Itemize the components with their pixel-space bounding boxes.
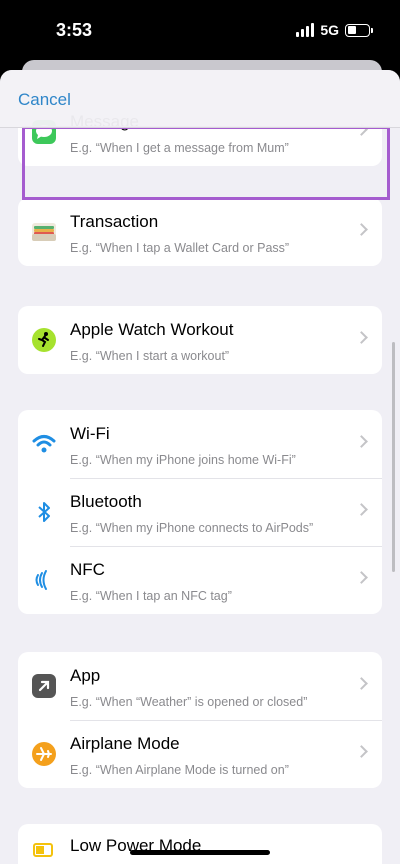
trigger-row-airplane[interactable]: Airplane Mode E.g. “When Airplane Mode i… — [18, 720, 382, 788]
trigger-row-app[interactable]: App E.g. “When “Weather” is opened or cl… — [18, 652, 382, 720]
sheet-header: Cancel — [0, 70, 400, 128]
chevron-right-icon — [355, 435, 368, 448]
chevron-right-icon — [355, 331, 368, 344]
nfc-icon — [35, 570, 47, 590]
status-time: 3:53 — [56, 20, 93, 40]
trigger-subtitle: E.g. “When I tap an NFC tag” — [70, 589, 232, 603]
status-bar: 3:53 5G — [0, 0, 400, 62]
chevron-right-icon — [355, 571, 368, 584]
trigger-subtitle: E.g. “When “Weather” is opened or closed… — [70, 695, 308, 709]
chevron-right-icon — [355, 223, 368, 236]
trigger-subtitle: E.g. “When I start a workout” — [70, 349, 230, 363]
power-card: Low Power Mode — [18, 824, 382, 864]
trigger-row-wifi[interactable]: Wi-Fi E.g. “When my iPhone joins home Wi… — [18, 410, 382, 478]
status-icons: 5G — [296, 22, 373, 38]
trigger-subtitle: E.g. “When Airplane Mode is turned on” — [70, 763, 289, 777]
wallet-card: Transaction E.g. “When I tap a Wallet Ca… — [18, 198, 382, 266]
workout-card: Apple Watch Workout E.g. “When I start a… — [18, 306, 382, 374]
trigger-title: Airplane Mode — [70, 734, 180, 753]
wifi-icon — [32, 435, 56, 453]
settings-card: App E.g. “When “Weather” is opened or cl… — [18, 652, 382, 788]
battery-low-icon — [33, 843, 53, 857]
app-icon — [32, 674, 56, 698]
trigger-title: App — [70, 666, 101, 685]
cancel-button[interactable]: Cancel — [18, 90, 71, 110]
chevron-right-icon — [355, 677, 368, 690]
signal-icon — [296, 23, 315, 37]
connectivity-card: Wi-Fi E.g. “When my iPhone joins home Wi… — [18, 410, 382, 614]
trigger-row-workout[interactable]: Apple Watch Workout E.g. “When I start a… — [18, 306, 382, 374]
trigger-title: Transaction — [70, 212, 159, 231]
trigger-title: Apple Watch Workout — [70, 320, 234, 339]
highlight-box — [22, 126, 390, 200]
trigger-title: NFC — [70, 560, 105, 579]
scrollbar[interactable] — [392, 342, 395, 572]
bluetooth-icon — [38, 502, 50, 522]
network-type: 5G — [320, 22, 339, 38]
trigger-row-low-power[interactable]: Low Power Mode — [18, 824, 382, 864]
chevron-right-icon — [355, 745, 368, 758]
trigger-subtitle: E.g. “When I tap a Wallet Card or Pass” — [70, 241, 290, 255]
trigger-subtitle: E.g. “When my iPhone connects to AirPods… — [70, 521, 314, 535]
chevron-right-icon — [355, 503, 368, 516]
wallet-icon — [32, 223, 56, 241]
trigger-title: Bluetooth — [70, 492, 142, 511]
trigger-subtitle: E.g. “When my iPhone joins home Wi-Fi” — [70, 453, 296, 467]
battery-icon — [345, 23, 373, 37]
trigger-row-nfc[interactable]: NFC E.g. “When I tap an NFC tag” — [18, 546, 382, 614]
trigger-title: Wi-Fi — [70, 424, 110, 443]
trigger-row-transaction[interactable]: Transaction E.g. “When I tap a Wallet Ca… — [18, 198, 382, 266]
workout-icon — [32, 328, 56, 352]
trigger-row-bluetooth[interactable]: Bluetooth E.g. “When my iPhone connects … — [18, 478, 382, 546]
airplane-icon — [32, 742, 56, 766]
home-indicator[interactable] — [130, 850, 270, 855]
